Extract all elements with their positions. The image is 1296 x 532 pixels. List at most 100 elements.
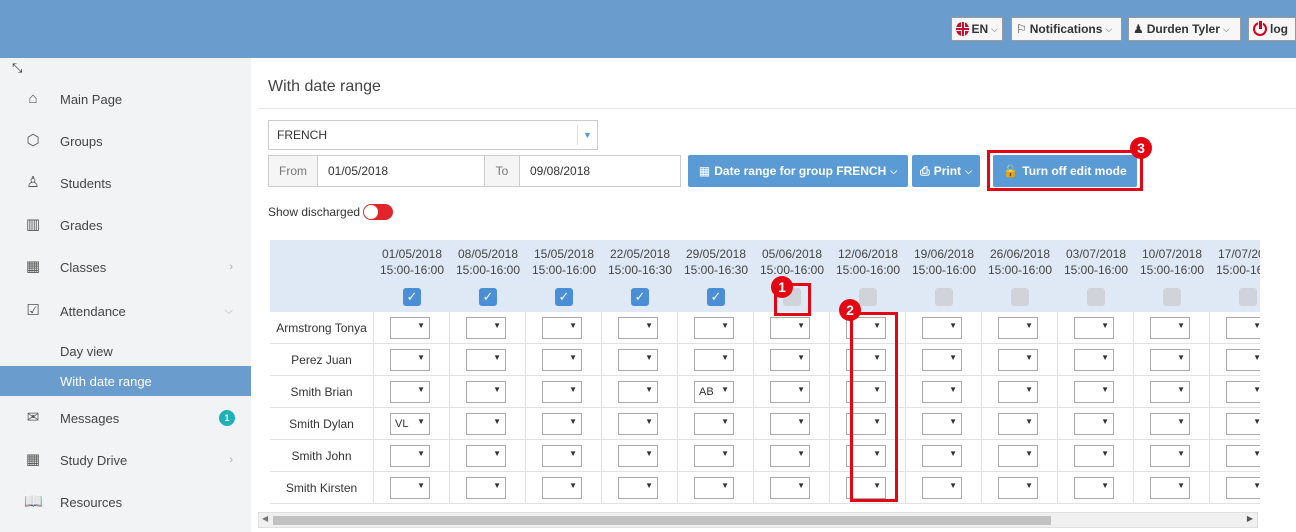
attendance-select[interactable]: ▼ (466, 477, 506, 499)
attendance-select[interactable]: ▼ (542, 381, 582, 403)
column-checkbox-unchecked[interactable] (1239, 288, 1257, 306)
attendance-select[interactable]: ▼ (618, 445, 658, 467)
attendance-select[interactable]: ▼ (390, 445, 430, 467)
attendance-select[interactable]: ▼ (1150, 413, 1190, 435)
attendance-select[interactable]: ▼ (390, 381, 430, 403)
attendance-select[interactable]: ▼ (1150, 445, 1190, 467)
scroll-right-icon[interactable]: ▶ (1247, 514, 1253, 523)
date-range-button[interactable]: ▦ Date range for group FRENCH ⌵ (688, 155, 908, 187)
attendance-select[interactable]: ▼ (542, 317, 582, 339)
attendance-select[interactable]: ▼ (694, 413, 734, 435)
collapse-icon[interactable]: ⤡ (12, 60, 22, 76)
attendance-select[interactable]: ▼ (542, 349, 582, 371)
sidebar-item-messages[interactable]: ✉ Messages 1 (0, 397, 251, 439)
attendance-select[interactable]: ▼ (1074, 317, 1114, 339)
attendance-select[interactable]: ▼ (618, 381, 658, 403)
attendance-select[interactable]: ▼ (922, 349, 962, 371)
attendance-select[interactable]: ▼ (390, 317, 430, 339)
column-checkbox-unchecked[interactable] (935, 288, 953, 306)
attendance-select[interactable]: ▼ (1074, 413, 1114, 435)
column-checkbox-unchecked[interactable] (1163, 288, 1181, 306)
attendance-select[interactable]: ▼ (694, 477, 734, 499)
attendance-select[interactable]: ▼ (466, 349, 506, 371)
attendance-select[interactable]: ▼ (466, 317, 506, 339)
attendance-select[interactable]: ▼ (998, 349, 1038, 371)
group-select[interactable]: FRENCH ▼ (268, 120, 598, 150)
column-checkbox-checked[interactable]: ✓ (555, 288, 573, 306)
attendance-select[interactable]: ▼ (542, 445, 582, 467)
attendance-select[interactable]: ▼ (922, 445, 962, 467)
attendance-select[interactable]: ▼ (1226, 477, 1260, 499)
attendance-select[interactable]: ▼ (466, 381, 506, 403)
attendance-select[interactable]: ▼ (466, 413, 506, 435)
column-checkbox-unchecked[interactable] (859, 288, 877, 306)
logout-button[interactable]: log (1248, 17, 1296, 41)
attendance-select[interactable]: ▼ (998, 445, 1038, 467)
column-checkbox-checked[interactable]: ✓ (707, 288, 725, 306)
sidebar-item-students[interactable]: ♙ Students (0, 162, 251, 204)
sidebar-item-main-page[interactable]: ⌂ Main Page (0, 78, 251, 120)
attendance-select[interactable]: ▼ (770, 349, 810, 371)
attendance-select[interactable]: ▼ (770, 413, 810, 435)
attendance-select[interactable]: ▼ (466, 445, 506, 467)
attendance-select[interactable]: ▼ (922, 413, 962, 435)
attendance-select[interactable]: VL ▼ (390, 413, 430, 435)
attendance-select[interactable]: ▼ (618, 349, 658, 371)
attendance-select[interactable]: ▼ (694, 445, 734, 467)
column-checkbox-checked[interactable]: ✓ (479, 288, 497, 306)
attendance-select[interactable]: ▼ (770, 477, 810, 499)
attendance-select[interactable]: ▼ (1226, 317, 1260, 339)
attendance-select[interactable]: ▼ (1150, 317, 1190, 339)
attendance-select[interactable]: ▼ (922, 477, 962, 499)
column-checkbox-checked[interactable]: ✓ (631, 288, 649, 306)
attendance-select[interactable]: ▼ (998, 317, 1038, 339)
notifications-button[interactable]: ⚐ Notifications ⌵ (1011, 17, 1122, 41)
sidebar-item-with-date-range[interactable]: With date range (0, 366, 251, 396)
attendance-select[interactable]: ▼ (694, 317, 734, 339)
column-checkbox-unchecked[interactable] (1087, 288, 1105, 306)
attendance-select[interactable]: ▼ (618, 477, 658, 499)
attendance-select[interactable]: ▼ (922, 317, 962, 339)
attendance-select[interactable]: ▼ (770, 317, 810, 339)
column-checkbox-unchecked[interactable] (1011, 288, 1029, 306)
attendance-select[interactable]: ▼ (390, 349, 430, 371)
attendance-select[interactable]: ▼ (542, 413, 582, 435)
sidebar-item-groups[interactable]: ⬡ Groups (0, 120, 251, 162)
attendance-select[interactable]: ▼ (998, 413, 1038, 435)
attendance-select[interactable]: ▼ (770, 445, 810, 467)
attendance-select[interactable]: ▼ (1226, 349, 1260, 371)
attendance-select[interactable]: ▼ (1226, 413, 1260, 435)
attendance-select[interactable]: ▼ (542, 477, 582, 499)
attendance-select[interactable]: ▼ (1150, 477, 1190, 499)
attendance-select[interactable]: ▼ (1074, 477, 1114, 499)
user-menu-button[interactable]: ♟ Durden Tyler ⌵ (1128, 17, 1241, 41)
attendance-select[interactable]: ▼ (770, 381, 810, 403)
attendance-select[interactable]: ▼ (998, 477, 1038, 499)
attendance-select[interactable]: AB ▼ (694, 381, 734, 403)
to-date-input[interactable]: 09/08/2018 (519, 155, 681, 187)
print-button[interactable]: ⎙ Print ⌵ (912, 155, 980, 187)
sidebar-item-study-drive[interactable]: ▦ Study Drive › (0, 439, 251, 481)
attendance-select[interactable]: ▼ (1074, 381, 1114, 403)
sidebar-item-classes[interactable]: ▦ Classes › (0, 246, 251, 288)
attendance-select[interactable]: ▼ (1074, 445, 1114, 467)
attendance-select[interactable]: ▼ (1074, 349, 1114, 371)
attendance-select[interactable]: ▼ (390, 477, 430, 499)
language-selector[interactable]: EN ⌵ (951, 17, 1003, 41)
sidebar-item-day-view[interactable]: Day view (0, 336, 251, 366)
horizontal-scrollbar[interactable]: ◀ ▶ (258, 512, 1258, 528)
sidebar-item-attendance[interactable]: ☑ Attendance ⌵ (0, 290, 251, 332)
attendance-select[interactable]: ▼ (1226, 445, 1260, 467)
attendance-select[interactable]: ▼ (998, 381, 1038, 403)
show-discharged-toggle[interactable] (363, 204, 394, 220)
attendance-select[interactable]: ▼ (922, 381, 962, 403)
attendance-select[interactable]: ▼ (1150, 381, 1190, 403)
scrollbar-thumb[interactable] (273, 516, 1051, 525)
attendance-select[interactable]: ▼ (618, 413, 658, 435)
sidebar-item-resources[interactable]: 📖 Resources (0, 481, 251, 523)
scroll-left-icon[interactable]: ◀ (262, 514, 268, 523)
attendance-select[interactable]: ▼ (1226, 381, 1260, 403)
sidebar-item-grades[interactable]: ▥ Grades (0, 204, 251, 246)
attendance-select[interactable]: ▼ (1150, 349, 1190, 371)
from-date-input[interactable]: 01/05/2018 (317, 155, 485, 187)
